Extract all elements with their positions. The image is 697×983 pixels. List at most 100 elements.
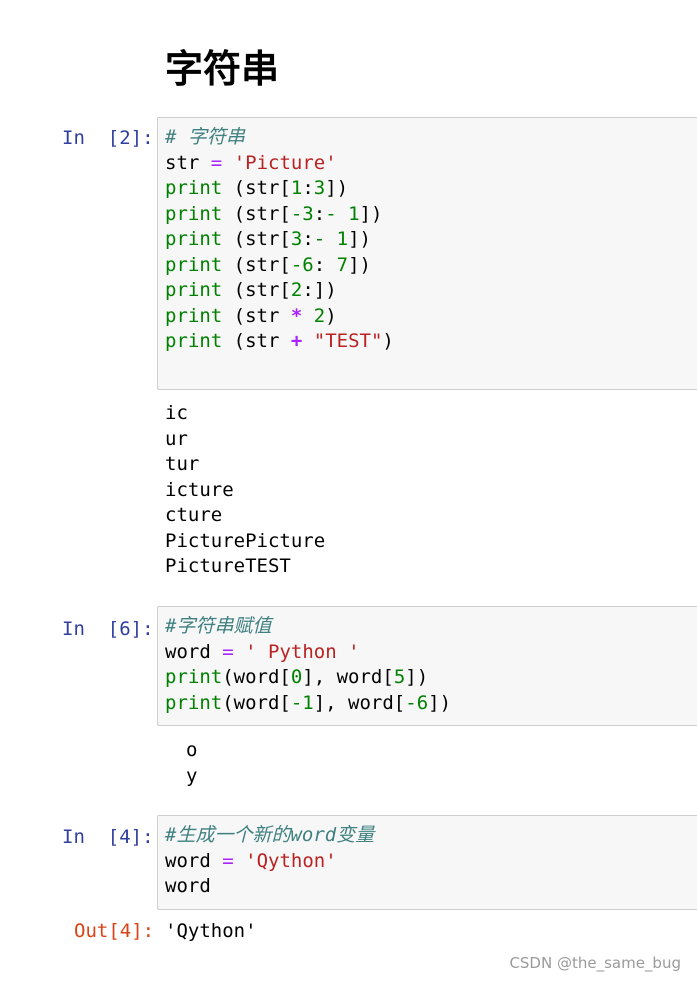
code-line: #字符串赋值	[165, 614, 697, 640]
output-prompt: Out[4]:	[74, 920, 155, 942]
code-number: 0	[290, 666, 303, 688]
code-number: 3	[313, 177, 326, 199]
code-text: )	[382, 330, 394, 352]
code-cell[interactable]: # 字符串 str = 'Picture' print (str[1:3]) p…	[157, 117, 697, 390]
code-keyword: print	[165, 253, 223, 276]
cell-output: ic ur tur icture cture PicturePicture Pi…	[165, 401, 325, 580]
code-operator: +	[290, 330, 303, 352]
code-number: 1	[290, 177, 303, 199]
output-line: y	[186, 764, 198, 787]
code-text: ])	[348, 253, 371, 276]
code-comment: #字符串赋值	[165, 615, 272, 637]
code-line: #生成一个新的word变量	[165, 823, 697, 849]
code-cell[interactable]: #生成一个新的word变量 word = 'Qython' word	[157, 815, 697, 910]
code-line: print (str + "TEST")	[165, 329, 697, 355]
code-cell[interactable]: #字符串赋值 word = ' Python ' print(word[0], …	[157, 606, 697, 726]
code-number: -6	[405, 691, 429, 714]
code-line: print (str[-3:- 1])	[165, 202, 697, 228]
code-keyword: print	[165, 330, 223, 352]
code-line: print (str * 2)	[165, 304, 697, 330]
code-keyword: print	[165, 177, 223, 199]
code-string: 'Picture'	[233, 151, 337, 174]
code-string: ' Python '	[245, 640, 360, 663]
cell-output: 'Qython'	[165, 919, 257, 945]
code-text: )	[325, 304, 337, 327]
code-line: print(word[0], word[5])	[165, 665, 697, 691]
output-line: icture	[165, 478, 234, 501]
code-text: ])	[405, 666, 429, 688]
code-text: (str[	[233, 202, 291, 225]
code-text: :	[313, 202, 326, 225]
code-number: 2	[290, 279, 303, 301]
watermark: CSDN @the_same_bug	[509, 954, 681, 972]
code-operator: *	[290, 304, 303, 327]
code-text: :	[302, 228, 314, 250]
code-keyword: print	[165, 228, 223, 250]
code-text: :	[313, 253, 337, 276]
code-text: ])	[428, 691, 452, 714]
code-keyword: print	[165, 691, 223, 714]
code-text: (str[	[233, 177, 291, 199]
code-line: word = ' Python '	[165, 640, 697, 666]
code-number: - 1	[325, 202, 360, 225]
code-text: ])	[348, 228, 371, 250]
output-line: ic	[165, 402, 188, 424]
output-line: cture	[165, 504, 223, 526]
code-line: # 字符串	[165, 125, 697, 151]
code-number: 7	[336, 253, 349, 276]
output-line: tur	[165, 453, 200, 475]
code-text: ])	[325, 177, 349, 199]
code-identifier: word	[165, 640, 211, 663]
output-line: ur	[165, 427, 188, 450]
code-identifier: word	[165, 875, 211, 897]
code-number: 3	[290, 228, 303, 250]
output-line: o	[186, 739, 198, 761]
output-line: PictureTEST	[165, 555, 291, 577]
code-line: print (str[2:])	[165, 278, 697, 304]
code-keyword: print	[165, 666, 223, 688]
code-text: (word[	[222, 666, 291, 688]
code-number: - 1	[313, 228, 349, 250]
code-number: -3	[290, 202, 314, 225]
code-keyword: print	[165, 202, 223, 225]
code-text: :	[302, 177, 314, 199]
input-prompt: In [6]:	[62, 618, 154, 640]
code-identifier: str	[165, 151, 200, 174]
code-operator: =	[222, 640, 234, 663]
code-text: (str	[233, 330, 291, 352]
code-keyword: print	[165, 304, 223, 327]
code-text: (word[	[222, 691, 291, 714]
code-text: ], word[	[313, 691, 406, 714]
code-text: (str[	[233, 279, 291, 301]
code-line: word = 'Qython'	[165, 849, 697, 875]
code-string: "TEST"	[313, 330, 383, 352]
code-text: ])	[359, 202, 383, 225]
code-text: (str	[233, 304, 291, 327]
code-operator: =	[210, 151, 223, 174]
code-number: -1	[290, 691, 314, 714]
code-operator: =	[222, 849, 234, 872]
code-text: (str[	[233, 253, 291, 276]
code-text: (str[	[233, 228, 291, 250]
code-line: word	[165, 874, 697, 900]
code-line: print (str[-6: 7])	[165, 253, 697, 279]
code-keyword: print	[165, 279, 223, 301]
input-prompt: In [2]:	[62, 127, 154, 149]
code-line: print (str[1:3])	[165, 176, 697, 202]
code-line: print (str[3:- 1])	[165, 227, 697, 253]
code-comment: # 字符串	[165, 126, 245, 148]
code-identifier: word	[165, 849, 211, 872]
output-line: PicturePicture	[165, 529, 326, 552]
page-title: 字符串	[165, 47, 280, 91]
code-text: ])	[313, 279, 337, 301]
code-line: print(word[-1], word[-6])	[165, 691, 697, 717]
code-string: 'Qython'	[245, 849, 337, 872]
cell-output: o y	[186, 738, 197, 789]
code-text: :	[302, 279, 314, 301]
code-line: str = 'Picture'	[165, 151, 697, 177]
code-comment: #生成一个新的word变量	[165, 824, 375, 846]
code-number: 5	[393, 666, 406, 688]
input-prompt: In [4]:	[62, 826, 154, 848]
output-value: 'Qython'	[165, 920, 257, 942]
code-number: 2	[313, 304, 326, 327]
